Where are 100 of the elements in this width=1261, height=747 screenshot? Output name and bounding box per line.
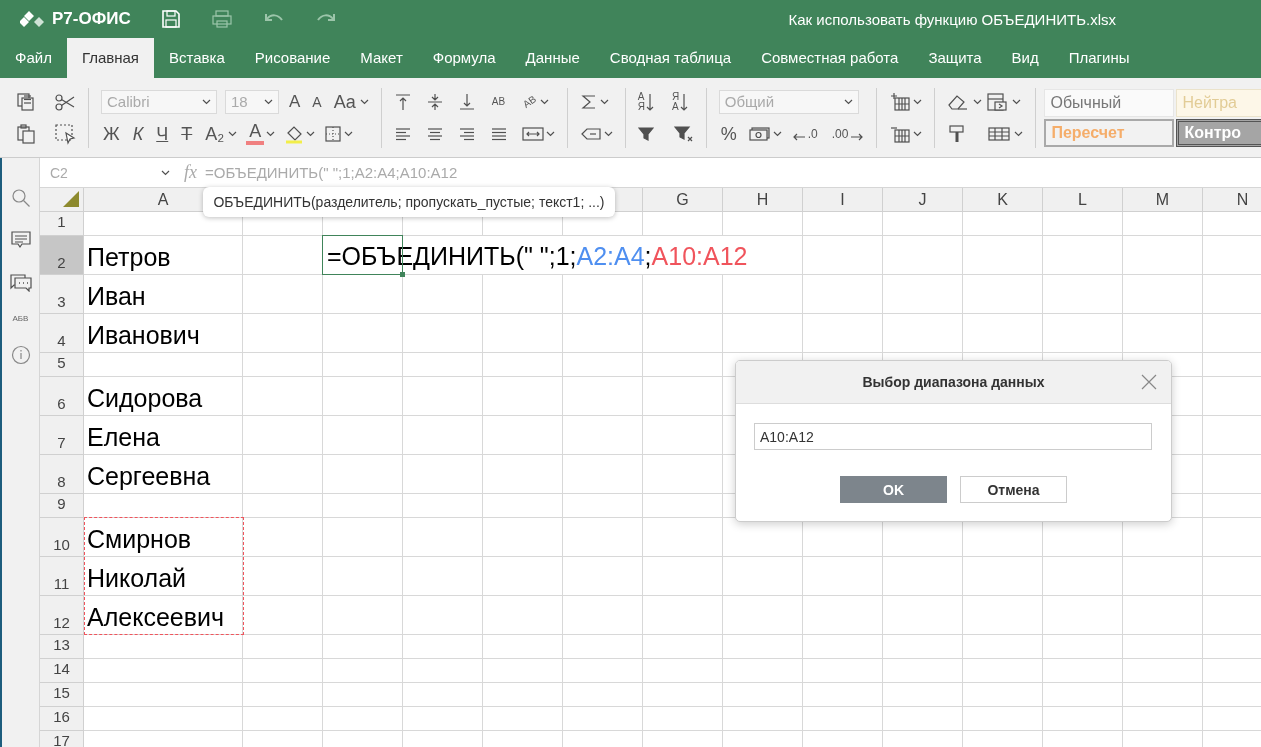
row-header[interactable]: 1 bbox=[40, 212, 84, 236]
caret-icon[interactable] bbox=[266, 130, 276, 137]
ribbon-tab[interactable]: Плагины bbox=[1053, 38, 1145, 78]
sort-letters[interactable]: Я А bbox=[671, 91, 680, 112]
row-header[interactable]: 15 bbox=[40, 683, 84, 707]
cancel-button[interactable]: Отмена bbox=[960, 476, 1067, 503]
orientation-button[interactable]: AB bbox=[519, 92, 540, 111]
search-icon[interactable] bbox=[10, 188, 31, 208]
row-header[interactable]: 16 bbox=[40, 707, 84, 731]
column-header[interactable]: N bbox=[1203, 188, 1261, 212]
range-input[interactable]: A10:A12 bbox=[754, 423, 1152, 450]
copy-icon[interactable] bbox=[16, 91, 36, 112]
sort-ascending-icon[interactable] bbox=[645, 91, 654, 112]
ribbon-tab[interactable]: Главная bbox=[66, 38, 154, 78]
percent-button[interactable]: % bbox=[718, 124, 739, 143]
row-header[interactable]: 14 bbox=[40, 659, 84, 683]
ribbon-tab[interactable]: Вид bbox=[996, 38, 1054, 78]
ribbon-tab[interactable]: Данные bbox=[510, 38, 595, 78]
cut-icon[interactable] bbox=[54, 91, 76, 112]
sum-icon[interactable] bbox=[579, 92, 598, 111]
borders-icon[interactable] bbox=[324, 124, 343, 143]
align-top-icon[interactable] bbox=[393, 92, 412, 111]
select-all-icon[interactable] bbox=[54, 122, 76, 145]
ok-button[interactable]: OK bbox=[840, 476, 947, 503]
ribbon-tab[interactable]: Защита bbox=[913, 38, 997, 78]
caret-icon[interactable] bbox=[913, 98, 923, 105]
comment-icon[interactable] bbox=[10, 230, 31, 250]
underline-button[interactable]: Ч bbox=[154, 124, 171, 143]
row-header[interactable]: 7 bbox=[40, 416, 84, 455]
merge-cells-icon[interactable] bbox=[521, 125, 544, 142]
caret-icon[interactable] bbox=[540, 98, 550, 105]
filter-icon[interactable] bbox=[637, 125, 654, 142]
font-color-button[interactable]: A bbox=[246, 122, 265, 145]
caret-icon[interactable] bbox=[1014, 130, 1024, 137]
align-middle-icon[interactable] bbox=[425, 92, 444, 111]
caret-icon[interactable] bbox=[161, 169, 170, 176]
column-header[interactable]: K bbox=[963, 188, 1043, 212]
strikethrough-button[interactable]: T bbox=[179, 124, 195, 143]
select-all-corner[interactable] bbox=[40, 188, 84, 212]
fill-handle[interactable] bbox=[400, 272, 405, 277]
row-header[interactable]: 8 bbox=[40, 455, 84, 494]
caret-icon[interactable] bbox=[913, 130, 923, 137]
row-header[interactable]: 13 bbox=[40, 635, 84, 659]
caret-icon[interactable] bbox=[359, 98, 369, 105]
ribbon-tab[interactable]: Рисование bbox=[239, 38, 346, 78]
column-header[interactable]: J bbox=[883, 188, 963, 212]
increase-decimal-button[interactable]: .00 bbox=[829, 127, 851, 140]
chat-icon[interactable] bbox=[9, 272, 32, 292]
ribbon-tab[interactable]: Сводная таблица bbox=[594, 38, 747, 78]
spellcheck-icon[interactable]: АБВ bbox=[12, 314, 29, 323]
ribbon-tab[interactable]: Формула bbox=[417, 38, 511, 78]
caret-icon[interactable] bbox=[228, 130, 238, 137]
cell-style-swatch[interactable]: Обычный bbox=[1044, 88, 1175, 117]
ribbon-tab[interactable]: Вставка bbox=[154, 38, 240, 78]
sort-descending-icon[interactable] bbox=[680, 91, 689, 112]
italic-button[interactable]: К bbox=[130, 124, 146, 143]
decrease-decimal-button[interactable]: .0 bbox=[805, 127, 820, 140]
column-header[interactable]: M bbox=[1123, 188, 1203, 212]
info-icon[interactable] bbox=[10, 345, 31, 365]
column-header[interactable]: L bbox=[1043, 188, 1123, 212]
paste-icon[interactable] bbox=[16, 123, 36, 144]
column-header[interactable]: G bbox=[643, 188, 723, 212]
insert-cells-icon[interactable] bbox=[889, 91, 912, 112]
decrease-font-button[interactable]: A bbox=[310, 94, 324, 109]
row-header[interactable]: 10 bbox=[40, 518, 84, 557]
caret-icon[interactable] bbox=[599, 98, 609, 105]
ribbon-tab[interactable]: Файл bbox=[0, 38, 67, 78]
column-header[interactable]: H bbox=[723, 188, 803, 212]
caret-icon[interactable] bbox=[545, 130, 555, 137]
named-range-icon[interactable] bbox=[579, 125, 602, 142]
conditional-format-icon[interactable] bbox=[986, 91, 1009, 112]
ribbon-tab[interactable]: Совместная работа bbox=[746, 38, 914, 78]
row-header[interactable]: 17 bbox=[40, 731, 84, 747]
caret-icon[interactable] bbox=[1012, 98, 1022, 105]
caret-icon[interactable] bbox=[306, 130, 316, 137]
caret-icon[interactable] bbox=[772, 130, 782, 137]
row-header[interactable]: 12 bbox=[40, 596, 84, 635]
clear-filter-icon[interactable] bbox=[673, 124, 694, 143]
table-icon[interactable] bbox=[988, 125, 1011, 142]
caret-icon[interactable] bbox=[202, 98, 211, 105]
increase-font-button[interactable]: A bbox=[287, 93, 303, 110]
align-bottom-icon[interactable] bbox=[457, 92, 476, 111]
row-header[interactable]: 11 bbox=[40, 557, 84, 596]
row-header[interactable]: 9 bbox=[40, 494, 84, 518]
row-header[interactable]: 2 bbox=[40, 236, 84, 275]
caret-icon[interactable] bbox=[603, 130, 613, 137]
sort-letters[interactable]: А Я bbox=[637, 91, 645, 112]
wrap-text-button[interactable]: AB bbox=[489, 96, 508, 107]
corner-triangle-icon[interactable] bbox=[62, 190, 80, 208]
row-header[interactable]: 3 bbox=[40, 275, 84, 314]
caret-icon[interactable] bbox=[344, 130, 354, 137]
change-case-button[interactable]: Aa bbox=[331, 92, 358, 111]
caret-icon[interactable] bbox=[264, 98, 273, 105]
close-icon[interactable] bbox=[1141, 374, 1157, 390]
save-icon[interactable] bbox=[160, 9, 181, 29]
row-header[interactable]: 5 bbox=[40, 353, 84, 377]
caret-icon[interactable] bbox=[973, 98, 983, 105]
caret-icon[interactable] bbox=[843, 98, 853, 105]
subscript-button[interactable]: A₂ bbox=[203, 124, 227, 143]
row-header[interactable]: 4 bbox=[40, 314, 84, 353]
